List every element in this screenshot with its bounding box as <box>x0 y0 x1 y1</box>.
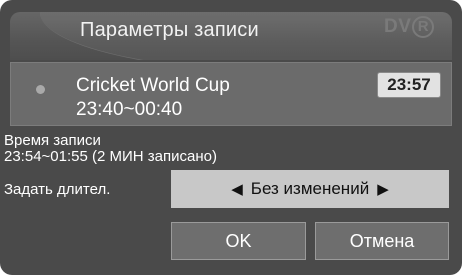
duration-selector[interactable]: ◀ Без изменений ▶ <box>171 170 449 208</box>
set-duration-label: Задать длител. <box>4 181 111 198</box>
program-name: Cricket World Cup <box>76 75 230 96</box>
program-time: 23:40~00:40 <box>76 99 183 120</box>
program-bullet-icon <box>36 85 45 94</box>
arrow-right-icon[interactable]: ▶ <box>377 180 389 198</box>
dialog-title: Параметры записи <box>80 19 259 41</box>
cancel-button[interactable]: Отмена <box>315 222 449 260</box>
dvr-logo-text: DV <box>384 16 412 37</box>
duration-value: Без изменений <box>250 179 370 198</box>
recording-settings-dialog: Параметры записи DV R Cricket World Cup 2… <box>0 0 462 275</box>
recording-time-label: Время записи <box>4 132 101 149</box>
current-time-badge: 23:57 <box>377 72 441 98</box>
recording-time-detail: 23:54~01:55 (2 МИН записано) <box>4 148 217 165</box>
dvr-logo: DV R <box>384 14 435 40</box>
arrow-left-icon[interactable]: ◀ <box>231 180 243 198</box>
dvr-logo-circle: R <box>412 16 435 38</box>
ok-button[interactable]: OK <box>171 222 306 260</box>
